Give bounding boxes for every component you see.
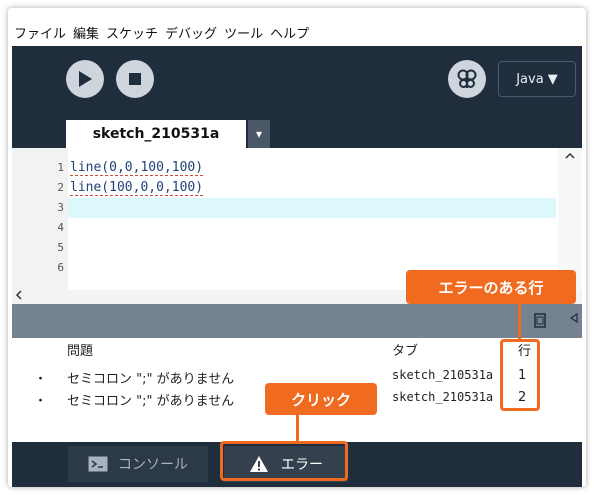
stop-button[interactable]: [116, 60, 154, 98]
line-number: 6: [57, 261, 64, 274]
scroll-up-icon[interactable]: [565, 152, 575, 160]
console-header: [12, 304, 582, 338]
collapse-icon[interactable]: [570, 313, 578, 323]
dropdown-icon: ▾: [255, 127, 263, 141]
line-column-callout-label: エラーのある行: [438, 278, 544, 297]
scroll-left-icon[interactable]: [15, 290, 23, 300]
menu-tools[interactable]: ツール: [224, 23, 263, 42]
line-number: 1: [57, 161, 64, 174]
console-tab-label: コンソール: [118, 457, 188, 473]
menu-debug[interactable]: デバッグ: [165, 23, 217, 42]
vertical-scrollbar[interactable]: [558, 148, 582, 290]
menu-file[interactable]: ファイル: [14, 23, 66, 42]
mode-label: Java ▼: [516, 71, 558, 87]
line-number: 4: [57, 221, 64, 234]
row-tab: sketch_210531a: [392, 368, 494, 382]
code-text: line(100,0,0,100): [70, 180, 204, 196]
tab-sketch[interactable]: sketch_210531a: [66, 120, 246, 148]
click-callout: クリック: [265, 383, 377, 415]
line-column-highlight: [500, 339, 540, 411]
butterfly-icon: [457, 69, 477, 88]
row-problem: セミコロン ";" がありません: [67, 394, 235, 409]
menu-sketch[interactable]: スケッチ: [106, 23, 158, 42]
error-list-header: 問題 タブ 行: [12, 340, 582, 360]
header-tab[interactable]: タブ: [392, 340, 418, 359]
code-line[interactable]: line(0,0,100,100): [70, 158, 554, 178]
copy-icon[interactable]: [532, 313, 548, 329]
line-number: 5: [57, 241, 64, 254]
mode-selector[interactable]: Java ▼: [498, 61, 576, 97]
line-number: 3: [57, 201, 64, 214]
line-number: 2: [57, 181, 64, 194]
row-tab: sketch_210531a: [392, 390, 494, 404]
console-tab[interactable]: コンソール: [68, 446, 208, 482]
stop-icon: [129, 73, 141, 85]
row-bullet: ・: [34, 372, 48, 387]
current-line-highlight: [12, 198, 556, 218]
tab-bar: sketch_210531a ▾: [12, 120, 582, 148]
tab-menu-button[interactable]: ▾: [248, 120, 270, 148]
errors-tab-highlight: [220, 441, 348, 481]
row-problem: セミコロン ";" がありません: [67, 372, 235, 387]
line-callout-connector: [518, 302, 521, 340]
menu-bar: ファイル 編集 スケッチ デバッグ ツール ヘルプ: [8, 8, 586, 46]
header-problem[interactable]: 問題: [67, 340, 93, 359]
code-text: line(0,0,100,100): [70, 160, 204, 176]
tab-label: sketch_210531a: [92, 126, 220, 142]
play-icon: [79, 71, 92, 87]
menu-help[interactable]: ヘルプ: [270, 23, 309, 42]
code-line[interactable]: line(100,0,0,100): [70, 178, 554, 198]
menu-edit[interactable]: 編集: [73, 23, 99, 42]
toolbar: Java ▼: [12, 46, 582, 120]
row-bullet: ・: [34, 394, 48, 409]
line-column-callout: エラーのある行: [406, 270, 576, 304]
run-button[interactable]: [66, 60, 104, 98]
code-editor[interactable]: 1 2 3 4 5 6 line(0,0,100,100) line(100,0…: [12, 148, 582, 290]
terminal-icon: [88, 456, 108, 472]
click-callout-label: クリック: [290, 390, 351, 409]
debug-button[interactable]: [448, 60, 486, 98]
line-number-gutter: 1 2 3 4 5 6: [12, 148, 68, 290]
click-callout-connector: [296, 412, 299, 442]
